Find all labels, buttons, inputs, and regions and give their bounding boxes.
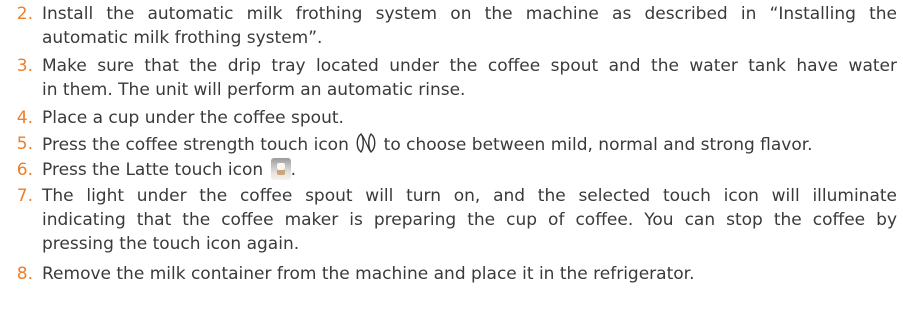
step-text-line: automatic milk frothing system”. (42, 28, 323, 48)
step-text-before-icon: Press the coffee strength touch icon (42, 135, 349, 155)
step-text-line: The light under the coffee spout will tu… (42, 186, 897, 206)
step-text-line: Remove the milk container from the machi… (42, 264, 695, 284)
instruction-page: 2. Install the automatic milk frothing s… (0, 0, 903, 323)
step-text-line: indicating that the coffee maker is prep… (42, 210, 897, 230)
step-text-line: Press the coffee strength touch icon to … (42, 132, 813, 161)
step-text-before-icon: Press the Latte touch icon (42, 160, 264, 180)
latte-icon (270, 158, 291, 180)
step-text-line: Press the Latte touch icon . (42, 158, 296, 182)
step-number: 4. (16, 108, 33, 128)
step-text-line: Install the automatic milk frothing syst… (42, 4, 897, 24)
coffee-strength-icon (354, 132, 378, 161)
step-number: 2. (16, 4, 33, 24)
step-number: 6. (16, 160, 33, 180)
step-number: 7. (16, 186, 33, 206)
step-number: 5. (16, 134, 33, 154)
step-number: 8. (16, 264, 33, 284)
step-text-line: in them. The unit will perform an automa… (42, 80, 466, 100)
step-text-line: Place a cup under the coffee spout. (42, 108, 344, 128)
step-text-after-icon: . (290, 160, 296, 180)
step-text-after-icon: to choose between mild, normal and stron… (383, 135, 813, 155)
step-text-line: pressing the touch icon again. (42, 234, 300, 254)
step-text-line: Make sure that the drip tray located und… (42, 56, 897, 76)
step-number: 3. (16, 56, 33, 76)
